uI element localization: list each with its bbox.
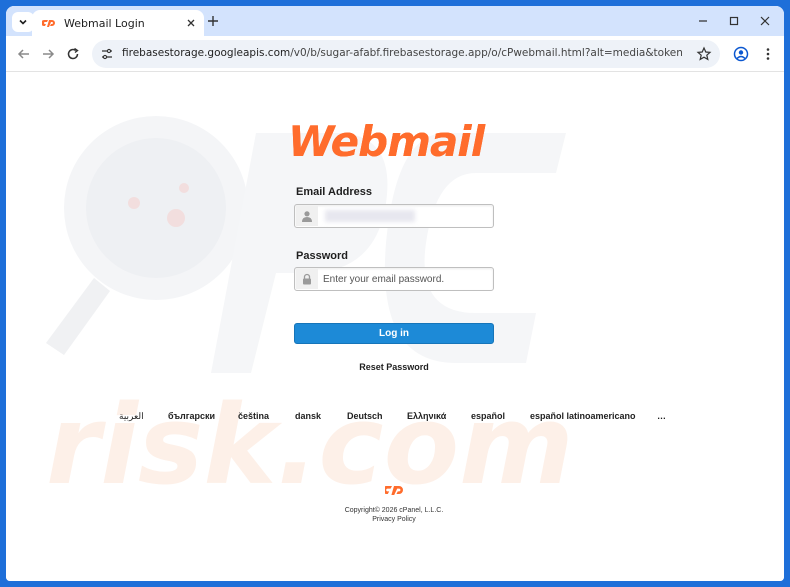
language-list: العربية български čeština dansk Deutsch … — [6, 411, 784, 425]
url-host: firebasestorage.googleapis.com — [122, 47, 291, 59]
more-languages-link[interactable]: … — [657, 411, 666, 421]
browser-toolbar: firebasestorage.googleapis.com/v0/b/suga… — [6, 36, 784, 72]
tab-title: Webmail Login — [64, 17, 145, 30]
browser-tab[interactable]: Webmail Login — [32, 10, 204, 36]
language-link[interactable]: Deutsch — [347, 411, 383, 421]
cpanel-favicon-icon — [42, 20, 55, 27]
email-icon-box — [296, 206, 318, 226]
maximize-icon[interactable] — [727, 14, 741, 28]
password-input[interactable] — [323, 270, 491, 288]
reload-icon[interactable] — [65, 46, 81, 62]
tab-search-button[interactable] — [12, 12, 34, 32]
language-link[interactable]: العربية — [119, 411, 144, 422]
lock-icon — [303, 273, 311, 285]
browser-window: Webmail Login firebasestorage.googleapis… — [6, 6, 784, 581]
language-link[interactable]: español latinoamericano — [530, 411, 636, 421]
copyright-text: Copyright© 2026 cPanel, L.L.C. — [344, 507, 444, 514]
svg-text:risk.com: risk.com — [46, 381, 574, 509]
url-path: /v0/b/sugar-afabf.firebasestorage.app/o/… — [290, 47, 682, 59]
minimize-icon[interactable] — [696, 14, 710, 28]
language-link[interactable]: español — [471, 411, 505, 421]
address-bar[interactable]: firebasestorage.googleapis.com/v0/b/suga… — [92, 40, 720, 68]
site-info-icon[interactable] — [100, 47, 114, 61]
password-label: Password — [296, 250, 348, 262]
email-label: Email Address — [296, 186, 373, 198]
kebab-menu-icon[interactable] — [760, 46, 776, 62]
webmail-logo: Webmail — [288, 117, 485, 166]
language-link[interactable]: dansk — [295, 411, 321, 421]
close-icon[interactable] — [184, 16, 198, 30]
tab-strip: Webmail Login — [6, 6, 784, 36]
page-content: risk.com Webmail Email Address Password … — [6, 73, 784, 581]
profile-icon[interactable] — [733, 46, 749, 62]
reset-password-link[interactable]: Reset Password — [294, 362, 494, 372]
login-button[interactable]: Log in — [294, 323, 494, 344]
user-icon — [302, 211, 312, 222]
language-link[interactable]: Ελληνικά — [407, 411, 446, 421]
url-text: firebasestorage.googleapis.com/v0/b/suga… — [122, 47, 682, 59]
cpanel-logo-icon — [385, 486, 403, 495]
privacy-policy-link[interactable]: Privacy Policy — [294, 516, 494, 523]
plus-icon[interactable] — [206, 14, 220, 28]
window-close-icon[interactable] — [758, 14, 772, 28]
language-link[interactable]: български — [168, 411, 215, 421]
back-arrow-icon[interactable] — [16, 46, 32, 62]
email-field[interactable] — [294, 204, 494, 228]
password-field[interactable] — [294, 267, 494, 291]
language-link[interactable]: čeština — [238, 411, 269, 421]
forward-arrow-icon[interactable] — [40, 46, 56, 62]
chevron-down-icon — [19, 19, 27, 25]
star-icon[interactable] — [696, 46, 712, 62]
password-icon-box — [296, 269, 318, 289]
email-value-redacted — [325, 210, 415, 222]
